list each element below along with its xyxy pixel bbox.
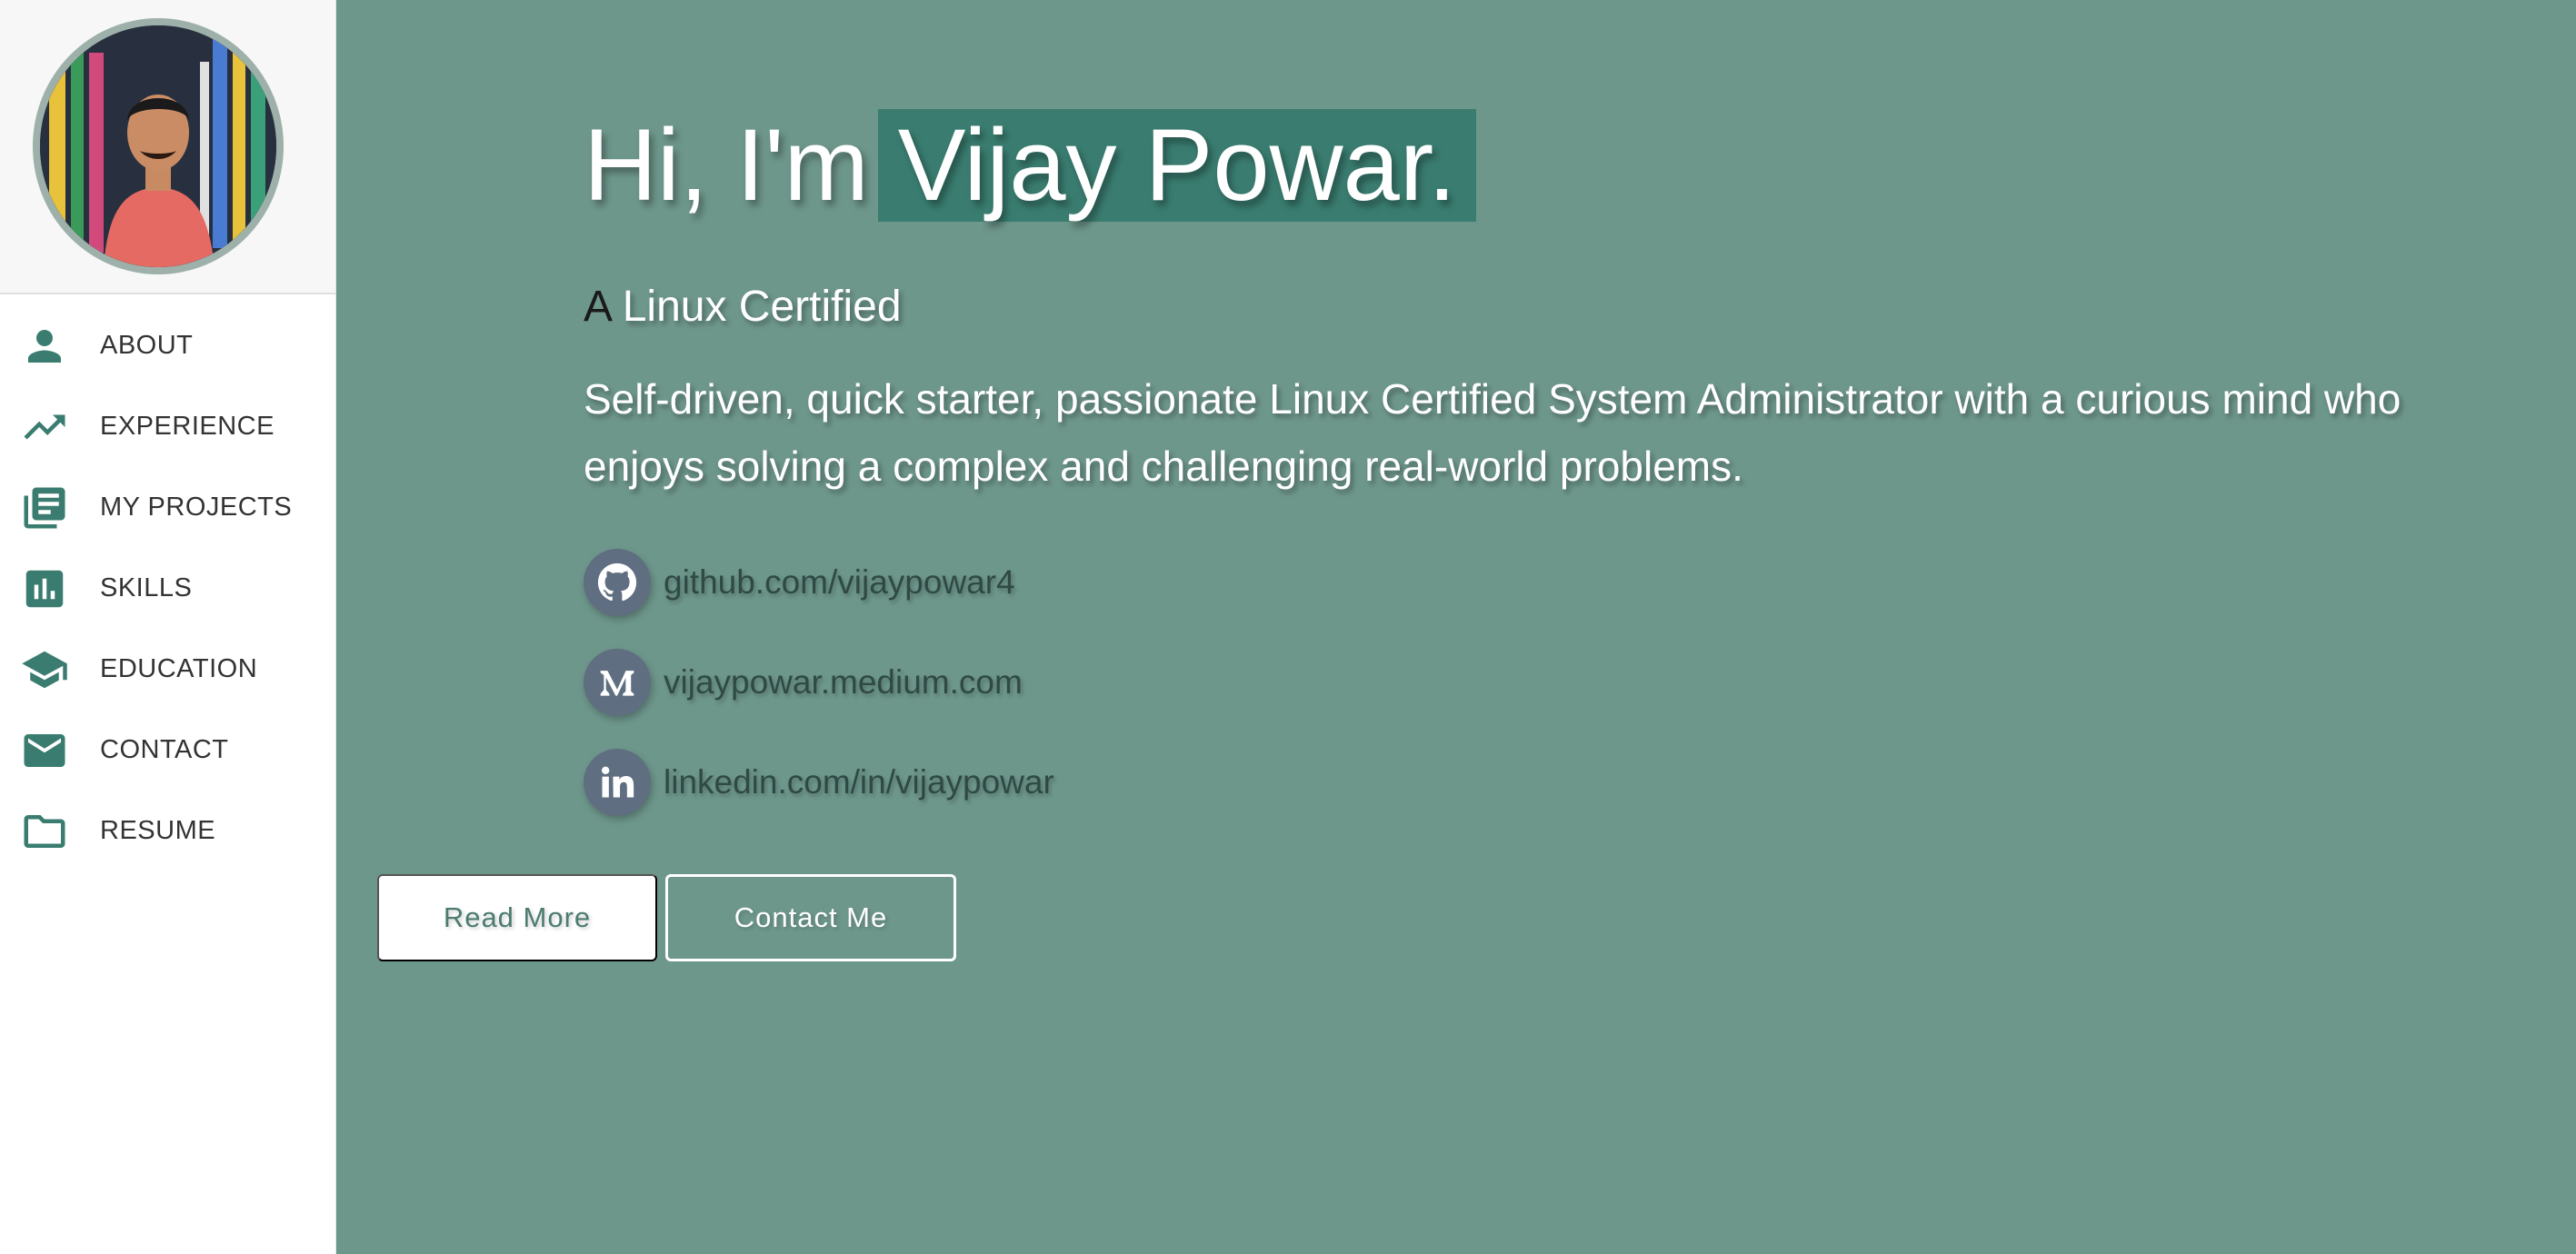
link-github: github.com/vijaypowar4 <box>584 532 1054 632</box>
avatar <box>33 18 284 274</box>
library-books-icon <box>18 482 71 534</box>
hero-name: Vijay Powar. <box>877 109 1477 222</box>
sidebar-nav: ABOUT EXPERIENCE MY PROJECTS SKILLS EDUC… <box>0 294 335 871</box>
sidebar-item-label: CONTACT <box>100 735 229 764</box>
page: ABOUT EXPERIENCE MY PROJECTS SKILLS EDUC… <box>0 0 2576 1254</box>
bio-text: Self-driven, quick starter, passionate L… <box>584 375 2401 490</box>
sidebar-item-label: RESUME <box>100 816 216 845</box>
sidebar-item-label: MY PROJECTS <box>100 493 293 522</box>
sidebar-item-label: ABOUT <box>100 331 194 360</box>
role-rest: Linux Certified <box>610 283 902 331</box>
social-links: github.com/vijaypowar4 vijaypowar.medium… <box>584 532 1054 832</box>
folder-icon <box>18 805 71 858</box>
graduation-cap-icon <box>18 643 71 696</box>
github-link[interactable]: github.com/vijaypowar4 <box>664 563 1015 602</box>
person-icon <box>18 320 71 373</box>
sidebar-item-label: SKILLS <box>100 573 193 602</box>
sidebar-item-label: EXPERIENCE <box>100 412 275 441</box>
sidebar-item-projects[interactable]: MY PROJECTS <box>0 467 335 548</box>
greeting-prefix: Hi, I'm <box>584 108 869 222</box>
hero-section: Hi, I'm Vijay Powar. A Linux Certified Se… <box>336 0 2576 1254</box>
bar-chart-icon <box>18 562 71 615</box>
role-first-letter: A <box>584 283 611 331</box>
profile-header <box>0 0 335 294</box>
github-icon[interactable] <box>584 549 651 616</box>
sidebar-item-resume[interactable]: RESUME <box>0 791 335 871</box>
role-typed-text: A Linux Certified <box>584 282 902 332</box>
sidebar-item-label: EDUCATION <box>100 654 258 683</box>
sidebar-item-about[interactable]: ABOUT <box>0 305 335 386</box>
linkedin-icon[interactable] <box>584 749 651 816</box>
sidebar-item-experience[interactable]: EXPERIENCE <box>0 386 335 467</box>
hero-heading: Hi, I'm Vijay Powar. <box>584 105 1477 225</box>
link-linkedin: linkedin.com/in/vijaypowar <box>584 732 1054 832</box>
link-medium: vijaypowar.medium.com <box>584 632 1054 732</box>
sidebar-item-skills[interactable]: SKILLS <box>0 548 335 629</box>
read-more-button[interactable]: Read More <box>377 874 657 961</box>
trending-up-icon <box>18 401 71 453</box>
sidebar-item-contact[interactable]: CONTACT <box>0 710 335 791</box>
sidebar: ABOUT EXPERIENCE MY PROJECTS SKILLS EDUC… <box>0 0 336 1254</box>
contact-me-button[interactable]: Contact Me <box>665 874 956 961</box>
mail-icon <box>18 724 71 777</box>
medium-icon[interactable] <box>584 649 651 716</box>
linkedin-link[interactable]: linkedin.com/in/vijaypowar <box>664 763 1054 801</box>
sidebar-item-education[interactable]: EDUCATION <box>0 629 335 710</box>
medium-link[interactable]: vijaypowar.medium.com <box>664 663 1023 702</box>
